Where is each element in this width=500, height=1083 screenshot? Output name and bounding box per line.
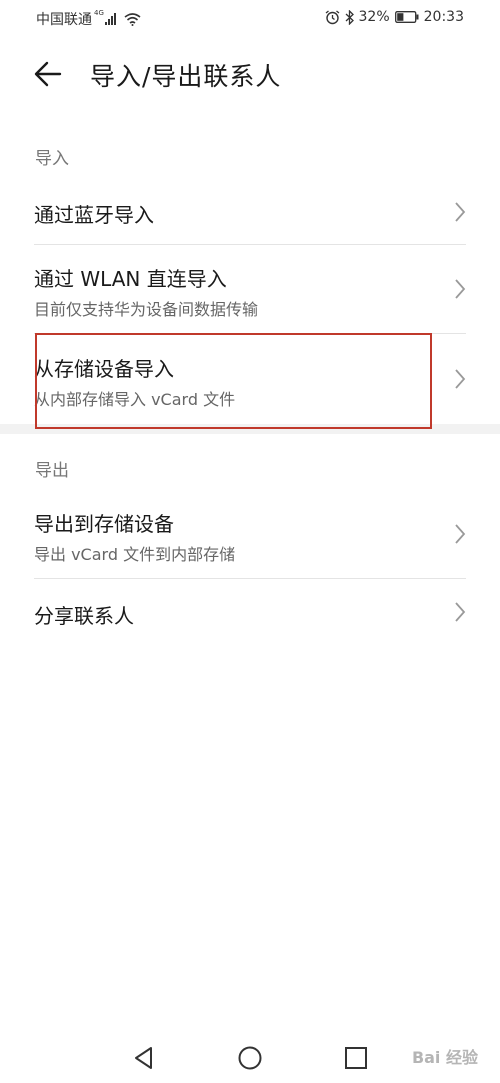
- recents-square-icon[interactable]: [342, 1044, 370, 1072]
- import-section-label: 导入: [35, 149, 69, 169]
- wifi-icon: [124, 12, 141, 26]
- share-contacts-row[interactable]: 分享联系人: [0, 579, 500, 645]
- carrier-label: 中国联通: [36, 12, 92, 28]
- status-bar: 中国联通 4G 32% 20:33: [0, 0, 500, 36]
- chevron-right-icon: [455, 369, 466, 389]
- status-right: 32% 20:33: [325, 9, 464, 25]
- row-subtitle: 目前仅支持华为设备间数据传输: [34, 300, 259, 319]
- row-title: 分享联系人: [34, 604, 134, 628]
- row-title: 通过蓝牙导入: [34, 203, 154, 227]
- arrow-left-icon: [34, 61, 62, 87]
- export-section-label: 导出: [35, 461, 69, 481]
- export-storage-row[interactable]: 导出到存储设备 导出 vCard 文件到内部存储: [0, 490, 500, 578]
- import-storage-row[interactable]: 从存储设备导入 从内部存储导入 vCard 文件: [0, 334, 500, 424]
- home-circle-icon[interactable]: [236, 1044, 264, 1072]
- import-wlan-row[interactable]: 通过 WLAN 直连导入 目前仅支持华为设备间数据传输: [0, 245, 500, 333]
- bluetooth-icon: [345, 9, 354, 25]
- chevron-right-icon: [455, 279, 466, 299]
- chevron-right-icon: [455, 602, 466, 622]
- battery-percent: 32%: [358, 9, 390, 25]
- network-type-label: 4G: [94, 9, 104, 17]
- alarm-icon: [325, 9, 339, 24]
- signal-icon: [104, 13, 116, 25]
- battery-icon: [394, 11, 419, 23]
- import-bluetooth-row[interactable]: 通过蓝牙导入: [0, 180, 500, 244]
- back-triangle-icon[interactable]: [130, 1044, 158, 1072]
- clock-time: 20:33: [423, 9, 464, 25]
- back-button[interactable]: [30, 58, 66, 90]
- watermark: Bai 经验: [411, 1048, 478, 1067]
- row-title: 从存储设备导入: [34, 357, 174, 381]
- row-title: 导出到存储设备: [34, 512, 174, 536]
- row-subtitle: 从内部存储导入 vCard 文件: [34, 390, 236, 409]
- row-subtitle: 导出 vCard 文件到内部存储: [34, 545, 236, 564]
- status-left: 中国联通 4G: [36, 9, 141, 29]
- chevron-right-icon: [455, 524, 466, 544]
- chevron-right-icon: [455, 202, 466, 222]
- row-title: 通过 WLAN 直连导入: [34, 267, 227, 291]
- page-title: 导入/导出联系人: [90, 62, 282, 91]
- app-header: 导入/导出联系人: [0, 52, 500, 96]
- section-separator: [0, 424, 500, 434]
